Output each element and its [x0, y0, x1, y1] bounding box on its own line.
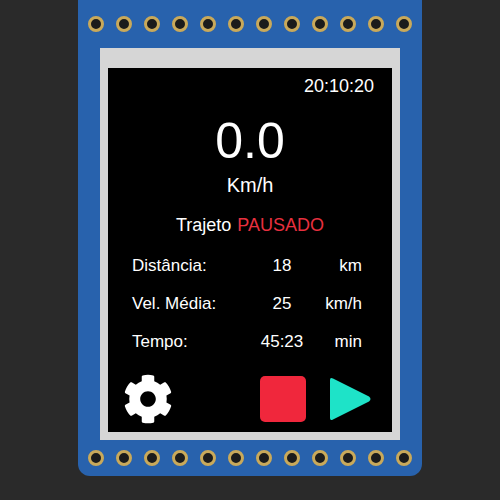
stat-unit: min: [314, 331, 362, 353]
display-board: 20:10:20 0.0 Km/h Trajeto PAUSADO Distância:1…: [78, 0, 422, 476]
stat-label: Distância:: [132, 255, 250, 277]
stat-value: 25: [250, 293, 314, 315]
screen: 20:10:20 0.0 Km/h Trajeto PAUSADO Distância:1…: [108, 68, 392, 432]
pin: [256, 16, 272, 32]
pin: [312, 16, 328, 32]
stats: Distância:18km Vel. Média:25km/h Tempo:45:…: [108, 255, 392, 353]
stat-unit: km: [314, 255, 362, 277]
controls: [108, 374, 392, 432]
pin: [228, 16, 244, 32]
pin: [284, 450, 300, 466]
pin: [340, 16, 356, 32]
playback-controls: [260, 376, 372, 422]
stop-button[interactable]: [260, 376, 306, 422]
pin: [200, 450, 216, 466]
stat-label: Tempo:: [132, 331, 250, 353]
stat-unit: km/h: [314, 293, 362, 315]
pin: [144, 16, 160, 32]
pin: [116, 16, 132, 32]
pin: [228, 450, 244, 466]
play-icon[interactable]: [326, 376, 372, 422]
pin: [284, 16, 300, 32]
pin: [396, 16, 412, 32]
pin: [172, 16, 188, 32]
stat-label: Vel. Média:: [132, 293, 250, 315]
speed-unit: Km/h: [108, 173, 392, 197]
page: 20:10:20 0.0 Km/h Trajeto PAUSADO Distância:1…: [0, 0, 500, 500]
screen-frame: 20:10:20 0.0 Km/h Trajeto PAUSADO Distância:1…: [100, 48, 400, 440]
pin: [256, 450, 272, 466]
gear-icon[interactable]: [123, 374, 173, 424]
pin: [200, 16, 216, 32]
pin: [312, 450, 328, 466]
pin: [144, 450, 160, 466]
status-label: Trajeto: [176, 214, 231, 236]
bottom-pin-header: [78, 440, 422, 476]
pin: [368, 16, 384, 32]
pin: [396, 450, 412, 466]
speed-value: 0.0: [108, 116, 392, 166]
pin: [88, 450, 104, 466]
pin: [88, 16, 104, 32]
top-pin-header: [78, 0, 422, 48]
pin: [340, 450, 356, 466]
stat-value: 45:23: [250, 331, 314, 353]
pin: [116, 450, 132, 466]
pin: [368, 450, 384, 466]
trip-status: Trajeto PAUSADO: [108, 214, 392, 236]
pin: [172, 450, 188, 466]
stat-value: 18: [250, 255, 314, 277]
status-state: PAUSADO: [237, 214, 324, 236]
clock: 20:10:20: [108, 68, 392, 96]
